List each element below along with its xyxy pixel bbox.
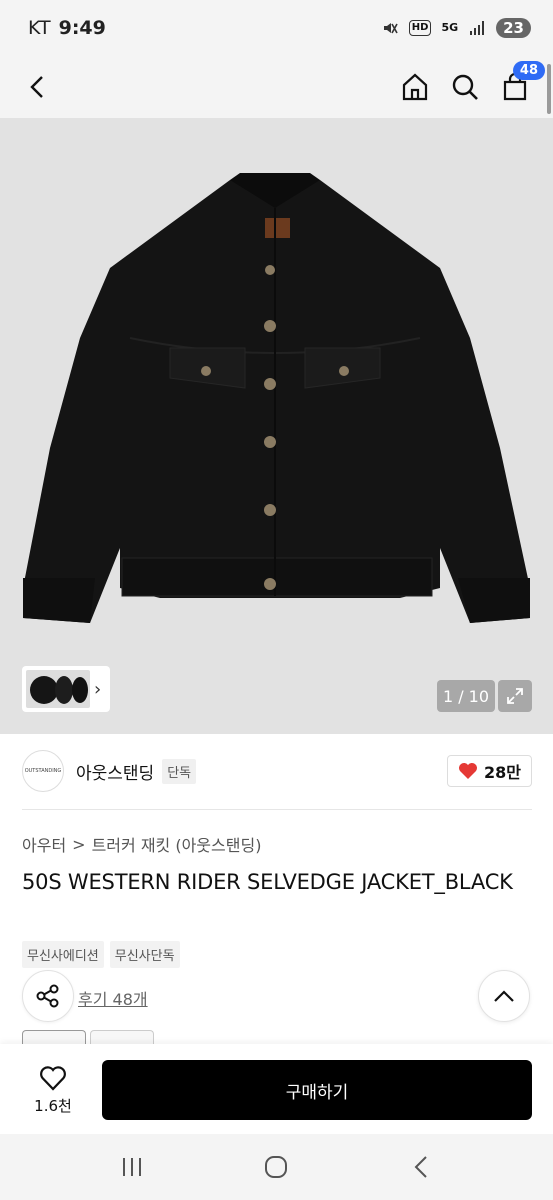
tag-musinsa-exclusive: 무신사단독	[109, 941, 180, 968]
chevron-up-icon	[494, 990, 514, 1002]
hd-icon: HD	[408, 20, 432, 36]
clock: 9:49	[58, 17, 106, 39]
cart-button[interactable]: 48	[495, 61, 545, 107]
option-chip[interactable]	[22, 1030, 86, 1044]
jacket-image	[23, 173, 530, 623]
exclusive-badge: 단독	[162, 758, 197, 784]
network-5g-icon: 5G	[441, 21, 459, 34]
system-back-button[interactable]	[391, 1147, 451, 1187]
battery-indicator: 23	[496, 18, 531, 38]
divider	[22, 809, 532, 810]
share-button[interactable]	[22, 970, 74, 1022]
wishlist-count: 1.6천	[34, 1096, 72, 1115]
recent-apps-button[interactable]	[102, 1147, 162, 1187]
breadcrumb-separator: >	[72, 834, 86, 854]
purchase-bar: 1.6천 구매하기	[0, 1044, 553, 1134]
option-chip[interactable]	[90, 1030, 154, 1044]
breadcrumb: 아우터 > 트러커 재킷 (아웃스탠딩)	[22, 832, 261, 856]
product-title: 50S WESTERN RIDER SELVEDGE JACKET_BLACK	[22, 870, 513, 894]
buy-button[interactable]: 구매하기	[102, 1060, 532, 1120]
product-image[interactable]	[0, 118, 553, 734]
wishlist-button[interactable]: 1.6천	[22, 1060, 84, 1120]
top-navigation: 48	[0, 56, 553, 118]
search-icon	[452, 74, 478, 100]
back-arrow-icon	[30, 76, 43, 98]
back-button[interactable]	[18, 67, 58, 107]
system-back-icon	[414, 1156, 427, 1178]
breadcrumb-subcategory[interactable]: 트러커 재킷 (아웃스탠딩)	[92, 832, 262, 856]
brand-row: OUTSTANDING 아웃스탠딩 단독 28만	[22, 748, 532, 794]
expand-icon	[507, 688, 523, 704]
brand-like-button[interactable]: 28만	[447, 755, 532, 787]
signal-icon	[468, 19, 486, 37]
home-icon	[402, 73, 428, 101]
heart-outline-icon	[40, 1065, 66, 1091]
status-bar: KT 9:49 HD 5G 23	[0, 0, 553, 56]
system-navigation	[0, 1134, 553, 1200]
system-home-button[interactable]	[246, 1147, 306, 1187]
tag-musinsa-edition: 무신사에디션	[22, 941, 104, 968]
chevron-right-icon: ›	[94, 678, 102, 700]
share-icon	[36, 984, 59, 1008]
scrollbar	[547, 64, 551, 114]
brand-logo[interactable]: OUTSTANDING	[22, 750, 64, 792]
product-tags: 무신사에디션 무신사단독	[22, 941, 180, 968]
brand-name[interactable]: 아웃스탠딩	[76, 759, 154, 784]
breadcrumb-category[interactable]: 아우터	[22, 832, 66, 856]
recent-apps-icon	[123, 1158, 142, 1176]
thumbnail-image[interactable]	[26, 670, 90, 708]
carrier-label: KT	[28, 17, 51, 39]
heart-icon	[459, 763, 477, 779]
review-link[interactable]: 후기 48개	[78, 986, 148, 1010]
brand-like-count: 28만	[484, 763, 521, 782]
cart-count-badge: 48	[512, 61, 545, 80]
expand-button[interactable]	[498, 680, 532, 712]
mute-icon	[381, 19, 399, 37]
thumbnail-strip[interactable]: ›	[22, 666, 110, 712]
image-counter: 1 / 10	[437, 680, 495, 712]
home-circle-icon	[265, 1156, 288, 1178]
search-button[interactable]	[445, 67, 485, 107]
home-button[interactable]	[395, 67, 435, 107]
scroll-top-button[interactable]	[478, 970, 530, 1022]
